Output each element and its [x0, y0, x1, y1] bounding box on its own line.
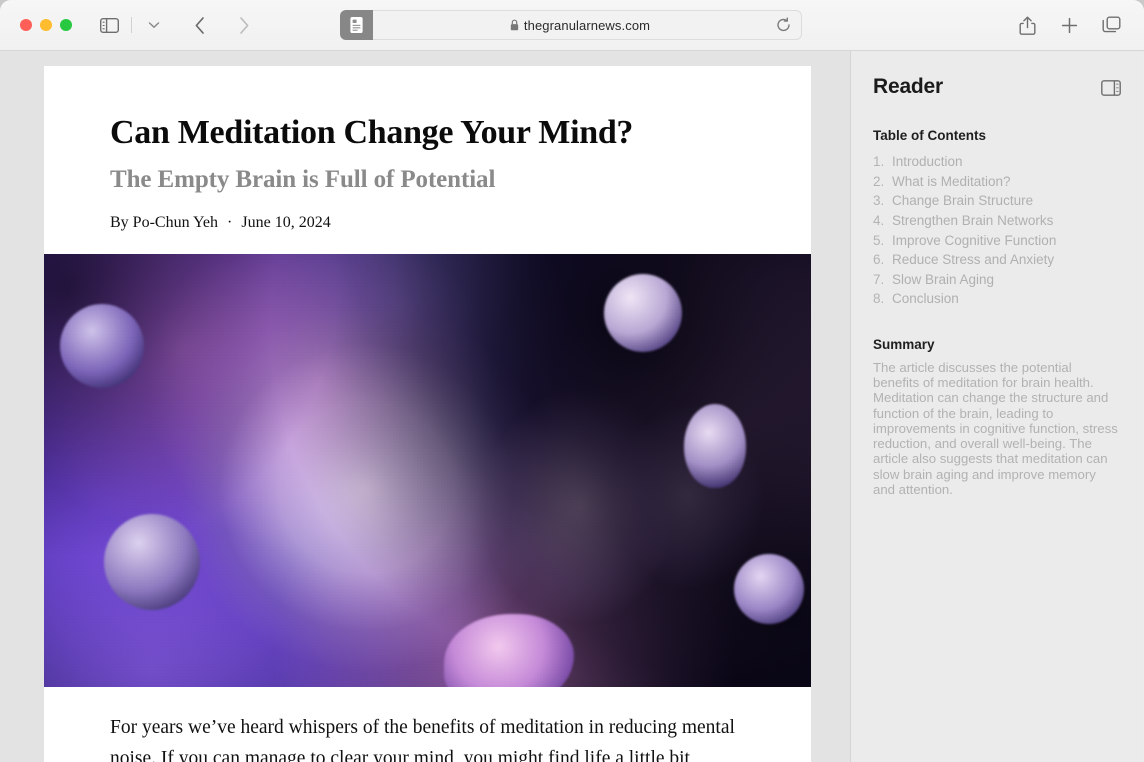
window-controls: [0, 19, 72, 31]
browser-window: thegranularnews.com Can Meditation Chang…: [0, 0, 1144, 762]
toc-item-label: Strengthen Brain Networks: [892, 212, 1054, 228]
toc-item-number: 7.: [873, 271, 885, 287]
lock-icon: [510, 19, 519, 31]
web-page-pane[interactable]: Can Meditation Change Your Mind? The Emp…: [0, 51, 851, 762]
toc-item-label: Change Brain Structure: [892, 193, 1034, 209]
toc-item-number: 1.: [873, 154, 885, 170]
back-button[interactable]: [185, 12, 215, 38]
panel-right-icon: [1101, 80, 1121, 96]
toolbar-divider: [131, 17, 132, 33]
reader-panel-toggle-button[interactable]: [1101, 75, 1121, 96]
reader-document-icon: [350, 17, 363, 33]
toc-item-label: What is Meditation?: [892, 173, 1011, 189]
reload-button[interactable]: [776, 17, 791, 33]
chevron-down-icon: [148, 22, 160, 28]
table-of-contents-label: Table of Contents: [873, 128, 986, 143]
toc-item-number: 6.: [873, 252, 885, 268]
article-hero-image: [44, 254, 811, 688]
reload-icon: [777, 17, 790, 32]
summary-label: Summary: [873, 336, 935, 352]
browser-toolbar: thegranularnews.com: [0, 0, 1144, 51]
sidebar-options-button[interactable]: [139, 12, 169, 38]
toc-item-label: Conclusion: [892, 291, 959, 307]
url-text: thegranularnews.com: [523, 17, 651, 33]
toc-item-number: 5.: [873, 232, 885, 248]
toc-item-number: 8.: [873, 291, 885, 307]
share-button[interactable]: [1012, 12, 1042, 38]
toc-item-label: Improve Cognitive Function: [892, 232, 1057, 248]
toc-item[interactable]: 4. Strengthen Brain Networks: [873, 211, 1121, 231]
toc-item-label: Introduction: [892, 154, 963, 170]
tab-overview-button[interactable]: [1096, 12, 1126, 38]
article-card: Can Meditation Change Your Mind? The Emp…: [44, 66, 811, 762]
toc-item-label: Slow Brain Aging: [892, 271, 995, 287]
article-paragraph: For years we’ve heard whispers of the be…: [110, 717, 735, 762]
url-display: thegranularnews.com: [510, 18, 650, 33]
new-tab-button[interactable]: [1054, 12, 1084, 38]
minimize-window-button[interactable]: [40, 19, 52, 31]
toolbar-actions: [1012, 12, 1126, 38]
forward-button[interactable]: [229, 12, 259, 38]
address-bar-container: thegranularnews.com: [340, 10, 802, 40]
byline-author: By Po-Chun Yeh: [110, 214, 219, 232]
chevron-right-icon: [240, 16, 249, 34]
tab-overview-icon: [1102, 16, 1121, 33]
toc-item[interactable]: 7. Slow Brain Aging: [873, 269, 1121, 289]
sidebar-icon: [99, 17, 119, 33]
toc-item[interactable]: 2. What is Meditation?: [873, 172, 1121, 192]
toc-item[interactable]: 3. Change Brain Structure: [873, 191, 1121, 211]
maximize-window-button[interactable]: [60, 19, 72, 31]
sidebar-toggle-button[interactable]: [94, 12, 124, 38]
toc-item[interactable]: 8. Conclusion: [873, 289, 1121, 309]
reader-sidebar: Reader Table of Contents 1. Introduction: [851, 51, 1143, 762]
navigation-controls: [94, 12, 259, 38]
article-body: For years we’ve heard whispers of the be…: [44, 687, 811, 762]
summary-text: The article discusses the potential bene…: [873, 359, 1118, 497]
toc-item[interactable]: 6. Reduce Stress and Anxiety: [873, 250, 1121, 270]
share-icon: [1019, 16, 1035, 35]
reader-sidebar-header: Reader: [873, 75, 1121, 99]
chevron-left-icon: [195, 16, 204, 34]
reader-view-toggle-button[interactable]: [340, 10, 373, 40]
byline-separator: ·: [227, 214, 233, 232]
byline-date: June 10, 2024: [241, 214, 331, 232]
reader-sidebar-title: Reader: [873, 75, 944, 98]
toc-item[interactable]: 5. Improve Cognitive Function: [873, 230, 1121, 250]
article-header: Can Meditation Change Your Mind? The Emp…: [44, 66, 811, 254]
toc-item-label: Reduce Stress and Anxiety: [892, 252, 1055, 268]
toc-item[interactable]: 1. Introduction: [873, 152, 1121, 172]
toc-item-number: 3.: [873, 193, 885, 209]
hero-grain-overlay: [44, 254, 811, 688]
close-window-button[interactable]: [20, 19, 32, 31]
toc-item-number: 2.: [873, 173, 885, 189]
url-field[interactable]: thegranularnews.com: [373, 10, 802, 40]
article-byline: By Po-Chun Yeh · June 10, 2024: [110, 214, 745, 254]
toc-item-number: 4.: [873, 212, 885, 228]
article-subheadline: The Empty Brain is Full of Potential: [110, 166, 496, 194]
content-area: Can Meditation Change Your Mind? The Emp…: [0, 51, 1144, 762]
article-headline: Can Meditation Change Your Mind?: [110, 114, 634, 151]
plus-icon: [1061, 17, 1077, 33]
table-of-contents-list: 1. Introduction 2. What is Meditation? 3…: [873, 152, 1121, 309]
